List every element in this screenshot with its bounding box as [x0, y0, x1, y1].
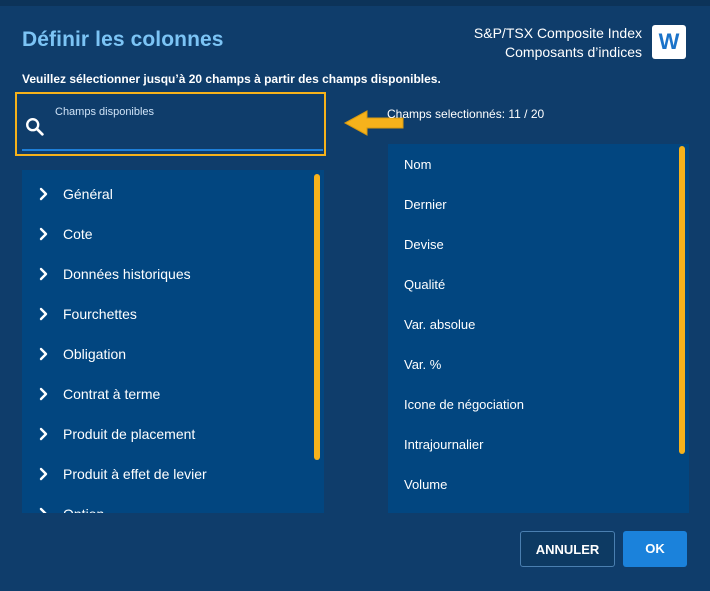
group-label: Produit de placement: [63, 426, 196, 442]
group-label: Contrat à terme: [63, 386, 161, 402]
index-info: S&P/TSX Composite Index Composants d’ind…: [474, 24, 642, 62]
instruction-text: Veuillez sélectionner jusqu’à 20 champs …: [22, 72, 441, 86]
w-logo: W: [652, 25, 686, 59]
group-item[interactable]: Général: [22, 174, 312, 214]
group-label: Obligation: [63, 346, 127, 362]
define-columns-dialog: Définir les colonnes S&P/TSX Composite I…: [0, 0, 710, 591]
chevron-right-icon: [39, 227, 48, 241]
scrollbar-thumb[interactable]: [314, 174, 320, 460]
group-label: Option: [63, 494, 104, 513]
group-label: Général: [63, 186, 113, 202]
selected-field-item[interactable]: Nom: [404, 145, 431, 185]
group-item[interactable]: Contrat à terme: [22, 374, 312, 414]
group-item[interactable]: Obligation: [22, 334, 312, 374]
group-item[interactable]: Fourchettes: [22, 294, 312, 334]
search-input[interactable]: [24, 122, 321, 146]
ok-button[interactable]: OK: [623, 531, 687, 567]
chevron-right-icon: [39, 387, 48, 401]
group-label: Données historiques: [63, 266, 191, 282]
selected-field-item[interactable]: Devise: [404, 225, 444, 265]
selected-field-item[interactable]: Intrajournalier: [404, 425, 484, 465]
selected-field-item[interactable]: Icone de négociation: [404, 385, 524, 425]
selected-field-item[interactable]: Qualité: [404, 265, 445, 305]
chevron-right-icon: [39, 187, 48, 201]
group-item[interactable]: Option: [22, 494, 312, 513]
chevron-right-icon: [39, 307, 48, 321]
group-item[interactable]: Produit à effet de levier: [22, 454, 312, 494]
selected-field-item[interactable]: Dernier: [404, 185, 447, 225]
group-item[interactable]: Données historiques: [22, 254, 312, 294]
chevron-right-icon: [39, 507, 47, 513]
chevron-right-icon: [39, 467, 48, 481]
selected-field-item[interactable]: Var. %: [404, 345, 441, 385]
search-label: Champs disponibles: [55, 106, 155, 118]
group-item[interactable]: Cote: [22, 214, 312, 254]
selected-count: Champs selectionnés: 11 / 20: [387, 107, 545, 121]
cancel-button[interactable]: ANNULER: [520, 531, 615, 567]
chevron-right-icon: [39, 347, 48, 361]
selected-field-item[interactable]: Var. absolue: [404, 305, 475, 345]
group-label: Cote: [63, 226, 93, 242]
chevron-right-icon: [39, 267, 48, 281]
scrollbar-thumb[interactable]: [679, 146, 685, 454]
index-name: S&P/TSX Composite Index: [473, 25, 642, 41]
available-fields-search: Champs disponibles: [15, 92, 326, 156]
selected-fields-list: Nom Dernier Devise Qualité Var. absolue Var. …: [388, 144, 689, 513]
group-item[interactable]: Produit de placement: [22, 414, 312, 454]
chevron-right-icon: [39, 427, 48, 441]
selected-field-item[interactable]: Volume: [404, 465, 447, 505]
top-strip: [0, 0, 710, 6]
dialog-title: Définir les colonnes: [22, 28, 224, 51]
group-label: Produit à effet de levier: [63, 466, 207, 482]
index-subtitle: Composants d’indices: [505, 44, 642, 60]
available-fields-list: Général Cote Données historiques Fourchette…: [22, 170, 324, 513]
search-underline: [22, 149, 323, 151]
group-label: Fourchettes: [63, 306, 137, 322]
